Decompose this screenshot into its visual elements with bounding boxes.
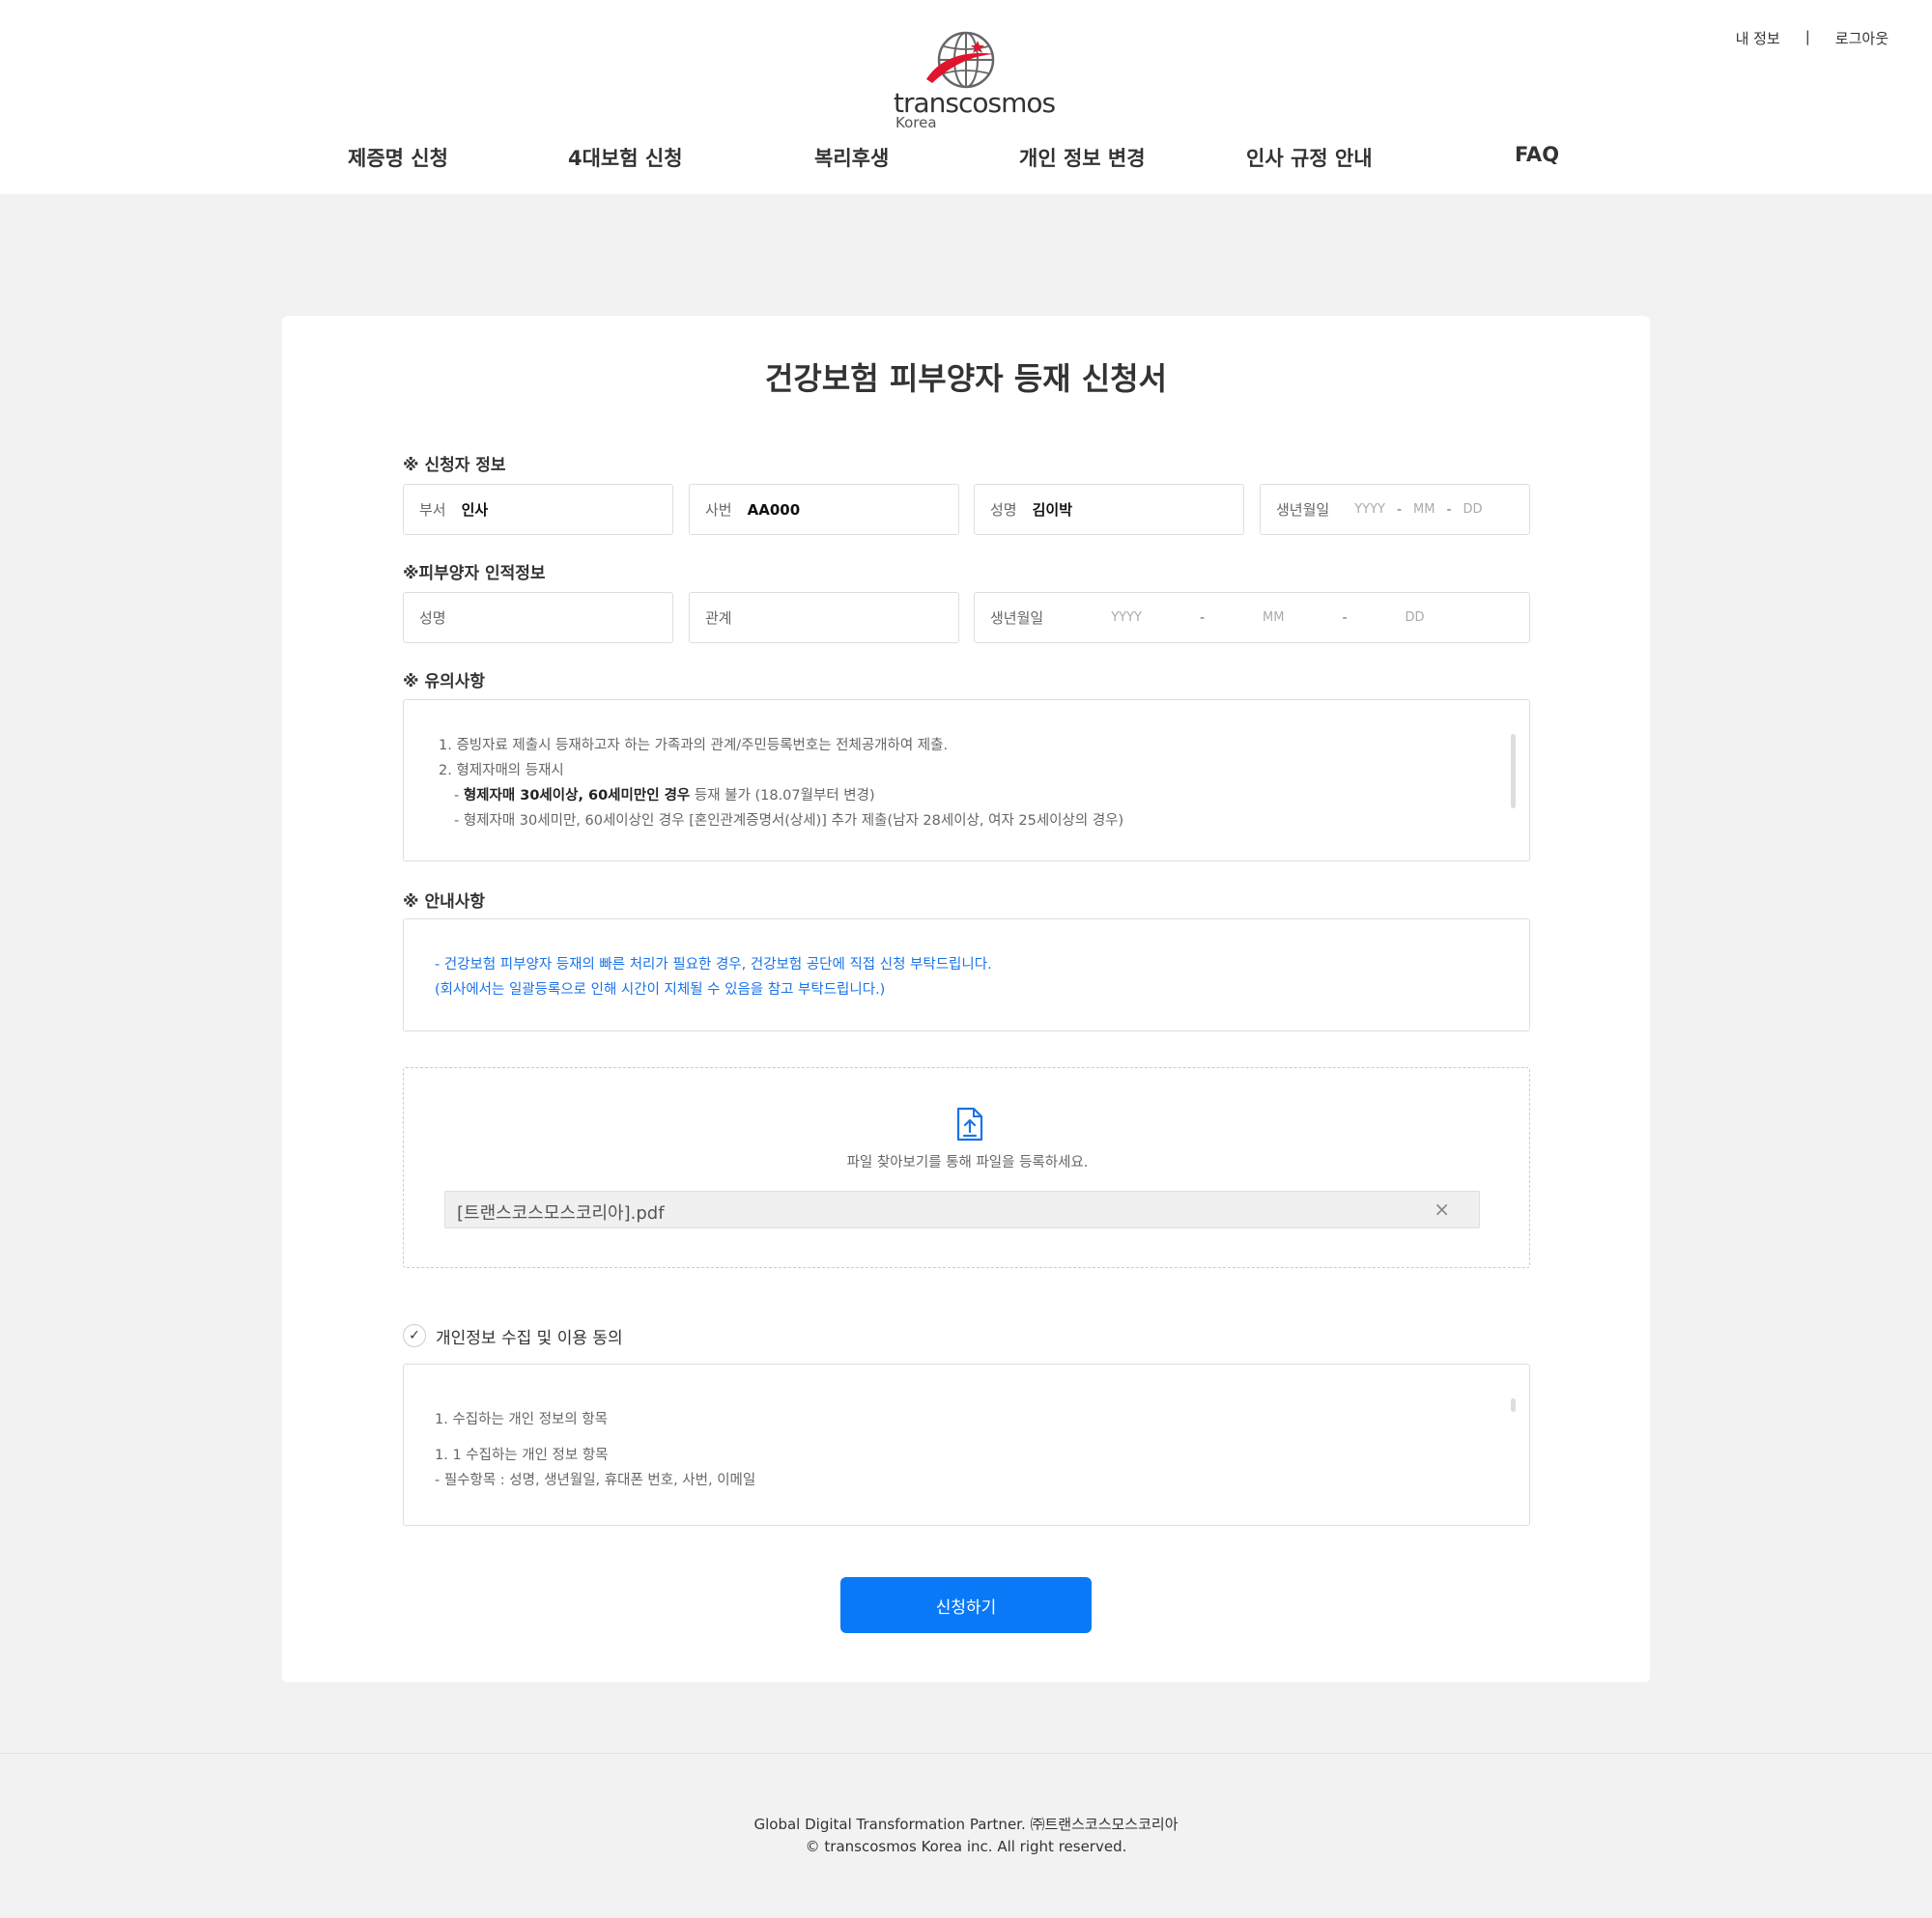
my-info-link[interactable]: 내 정보 [1736,28,1780,48]
caution-line-3: - 형제자매 30세이상, 60세미만인 경우 등재 불가 (18.07월부터 … [454,784,875,804]
nav-item-insurance[interactable]: 4대보험 신청 [568,143,683,172]
footer-copyright: © transcosmos Korea inc. All right reser… [805,1838,1127,1855]
caution-section-label: ※ 유의사항 [403,672,486,691]
dependent-name-input[interactable]: 성명 [403,592,673,643]
birth-dash: - [1199,609,1206,626]
remove-file-icon[interactable]: × [1434,1198,1450,1221]
emp-no-value: AA000 [747,500,801,519]
util-separator: | [1804,28,1810,45]
application-form-card: 건강보험 피부양자 등재 신청서 ※ 신청자 정보 부서 인사 사번 AA000… [282,316,1650,1682]
dept-field: 부서 인사 [403,484,673,535]
dependent-birth-month-input[interactable]: MM [1263,610,1284,625]
utility-menu: 내 정보 | 로그아웃 [1736,28,1889,48]
caution-line-2: 2. 형제자매의 등재시 [439,763,564,778]
birth-month-input[interactable]: MM [1413,502,1435,517]
dependent-birth-year-input[interactable]: YYYY [1111,610,1142,625]
guide-line-2: (회사에서는 일괄등록으로 인해 시간이 지체될 수 있음을 참고 부탁드립니다… [435,982,886,998]
birth-dash: - [1446,501,1452,518]
upload-instruction: 파일 찾아보기를 통해 파일을 등록하세요. [846,1155,1089,1171]
dependent-birth-day-input[interactable]: DD [1406,610,1425,625]
emp-no-label: 사번 [705,501,732,519]
page-title: 건강보험 피부양자 등재 신청서 [764,360,1168,397]
applicant-section-label: ※ 신청자 정보 [403,456,506,475]
main-navigation: 제증명 신청 4대보험 신청 복리후생 개인 정보 변경 인사 규정 안내 FA… [280,143,1652,176]
applicant-name-field: 성명 김이박 [974,484,1244,535]
site-footer: Global Digital Transformation Partner. ㈜… [0,1814,1932,1858]
caution-line-1: 1. 증빙자료 제출시 등재하고자 하는 가족과의 관계/주민등록번호는 전체공… [439,738,949,753]
submit-button[interactable]: 신청하기 [840,1577,1092,1633]
logo-subtitle: Korea [895,114,937,131]
nav-item-personal-info[interactable]: 개인 정보 변경 [1019,143,1146,172]
nav-item-hr-rules[interactable]: 인사 규정 안내 [1246,143,1373,172]
nav-item-certificate[interactable]: 제증명 신청 [348,143,448,172]
transcosmos-logo[interactable]: transcosmos Korea [894,29,1056,131]
privacy-line-2: 1. 1 수집하는 개인 정보 항목 [435,1448,609,1463]
privacy-agree-label[interactable]: 개인정보 수집 및 이용 동의 [436,1324,623,1348]
privacy-agree-row[interactable]: ✓ 개인정보 수집 및 이용 동의 [403,1322,623,1349]
emp-no-field: 사번 AA000 [689,484,959,535]
uploaded-file-item: [트랜스코스모스코리아].pdf × [444,1191,1480,1228]
caution-line-3-rest: 등재 불가 (18.07월부터 변경) [690,788,875,804]
dept-value: 인사 [461,501,489,519]
applicant-birth-field[interactable]: 생년월일 YYYY - MM - DD [1260,484,1530,535]
privacy-terms-box: 1. 수집하는 개인 정보의 항목 1. 1 수집하는 개인 정보 항목 - 필… [403,1364,1530,1526]
guide-section-label: ※ 안내사항 [403,892,486,912]
privacy-line-3: - 필수항목 : 성명, 생년월일, 휴대폰 번호, 사번, 이메일 [435,1473,756,1488]
applicant-birth-label: 생년월일 [1276,501,1330,519]
caution-line-3-prefix: - [454,788,464,804]
file-upload-dropzone[interactable]: 파일 찾아보기를 통해 파일을 등록하세요. [트랜스코스모스코리아].pdf … [403,1067,1530,1268]
applicant-name-label: 성명 [990,501,1017,519]
caution-box: 1. 증빙자료 제출시 등재하고자 하는 가족과의 관계/주민등록번호는 전체공… [403,699,1530,861]
caution-line-3-bold: 형제자매 30세이상, 60세미만인 경우 [463,788,691,804]
birth-day-input[interactable]: DD [1463,502,1483,517]
privacy-scrollbar[interactable] [1511,1398,1516,1412]
birth-dash: - [1342,609,1348,626]
uploaded-file-name: [트랜스코스모스코리아].pdf [457,1203,665,1224]
privacy-agree-checkbox[interactable]: ✓ [403,1324,426,1347]
dependent-birth-label: 생년월일 [990,609,1044,627]
dept-label: 부서 [419,501,446,519]
site-header: transcosmos Korea 내 정보 | 로그아웃 제증명 신청 4대보… [0,0,1932,194]
guide-line-1: - 건강보험 피부양자 등재의 빠른 처리가 필요한 경우, 건강보험 공단에 … [435,957,992,973]
dependent-relation-input[interactable]: 관계 [689,592,959,643]
nav-item-welfare[interactable]: 복리후생 [814,143,889,172]
caution-scrollbar[interactable] [1511,734,1516,808]
footer-tagline: Global Digital Transformation Partner. ㈜… [753,1816,1179,1833]
birth-dash: - [1396,501,1403,518]
dependent-relation-placeholder: 관계 [705,609,732,627]
guide-box: - 건강보험 피부양자 등재의 빠른 처리가 필요한 경우, 건강보험 공단에 … [403,918,1530,1031]
caution-line-4: - 형제자매 30세미만, 60세이상인 경우 [혼인관계증명서(상세)] 추가… [454,813,1124,829]
applicant-name-value: 김이박 [1032,501,1073,519]
dependent-birth-field[interactable]: 생년월일 YYYY - MM - DD [974,592,1530,643]
birth-year-input[interactable]: YYYY [1354,502,1385,517]
privacy-line-1: 1. 수집하는 개인 정보의 항목 [435,1412,609,1427]
logout-link[interactable]: 로그아웃 [1835,28,1889,48]
footer-divider [0,1753,1932,1754]
dependent-name-placeholder: 성명 [419,609,446,627]
file-upload-icon[interactable] [955,1107,984,1142]
dependent-section-label: ※피부양자 인적정보 [403,564,546,583]
nav-item-faq[interactable]: FAQ [1515,143,1559,166]
